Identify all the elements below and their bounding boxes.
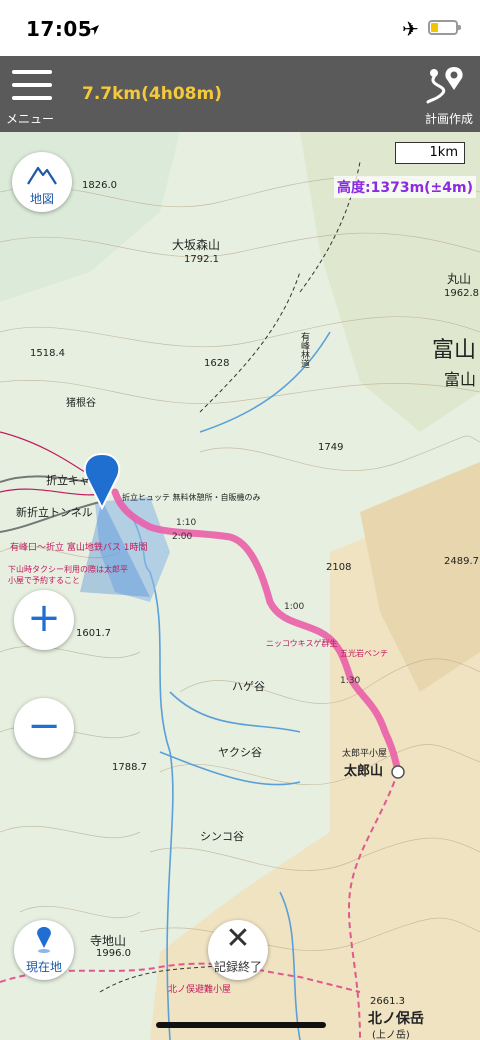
current-location-label: 現在地 — [25, 960, 62, 974]
map-layer-button[interactable]: 地図 — [12, 152, 72, 212]
map-label-terajiyama-elev: 1996.0 — [96, 948, 131, 959]
map-label-elev-2108: 2108 — [326, 562, 352, 573]
altitude-readout: 高度:1373m(±4m) — [334, 176, 477, 198]
status-bar: 17:05 ✈ — [0, 0, 480, 56]
map-scale: 1km — [395, 142, 465, 164]
map-label-shin-orito-tunnel: 新折立トンネル — [16, 506, 93, 519]
map-label-kitanomata-sub: (上ノ岳) — [372, 1030, 410, 1040]
map-label-time-100: 1:00 — [284, 602, 305, 612]
map-label-maruyama-elev: 1962.8 — [444, 288, 479, 299]
route-plan-icon — [426, 67, 463, 104]
map-label-elev-1749: 1749 — [318, 442, 344, 453]
map-label-tarobei: 太郎山 — [344, 764, 384, 779]
map-label-elev-2489: 2489.7 — [444, 556, 479, 567]
route-distance-time: 7.7km(4h08m) — [82, 84, 222, 104]
stop-recording-button[interactable]: ✕ 記録終了 — [208, 920, 268, 980]
menu-button[interactable]: メニュー — [0, 56, 64, 132]
location-arrow-icon — [88, 21, 100, 40]
map-label-terajiyama: 寺地山 — [90, 934, 127, 948]
menu-label: メニュー — [6, 112, 55, 126]
airplane-mode-icon: ✈ — [402, 17, 419, 41]
map-label-tarobei-hut: 太郎平小屋 — [342, 749, 388, 759]
map-label-taxi-note: 下山時タクシー利用の際は太郎平小屋で予約すること — [8, 565, 128, 585]
zoom-in-button[interactable]: + — [14, 590, 74, 650]
map-label-osakamori: 大坂森山 — [172, 238, 221, 252]
mountain-icon — [27, 166, 57, 185]
map-label-elev-1628: 1628 — [204, 358, 230, 369]
close-icon: ✕ — [225, 921, 251, 956]
map-label-elev-1788: 1788.7 — [112, 762, 147, 773]
stop-recording-label: 記録終了 — [213, 960, 262, 974]
map-label-elev-1518: 1518.4 — [30, 348, 65, 359]
map-label-arimine-road: 有峰林道 — [299, 332, 309, 368]
map-label-bus-note: 有峰口〜折立 富山地鉄バス 1時間 — [10, 543, 148, 553]
minus-icon: − — [27, 703, 61, 749]
location-pin-icon — [37, 927, 51, 953]
map-label-nikkou: ニッコウキスゲ群生 — [266, 639, 338, 648]
map-label-toyama-2: 富山 — [444, 370, 477, 389]
map-label-time-130: 1:30 — [340, 676, 361, 686]
zoom-out-button[interactable]: − — [14, 698, 74, 758]
topo-map[interactable]: 1km 高度:1373m(±4m) 大坂森山 1792.1 丸山 1962.8 … — [0, 132, 480, 1040]
plan-create-label: 計画作成 — [424, 112, 473, 126]
plan-create-button[interactable]: 計画作成 — [412, 56, 480, 132]
map-background — [0, 132, 480, 1040]
current-location-button[interactable]: 現在地 — [14, 920, 74, 980]
map-label-toyama-1: 富山 — [432, 338, 477, 363]
map-label-orito-hut: 折立ヒュッテ 無料休憩所・自販機のみ — [122, 493, 261, 502]
map-label-osakamori-elev: 1792.1 — [184, 254, 219, 265]
map-label-kitanomata: 北ノ保岳 — [368, 1011, 424, 1027]
plus-icon: + — [27, 595, 61, 641]
map-label-elev-1601: 1601.7 — [76, 628, 111, 639]
top-toolbar: メニュー 7.7km(4h08m) 計画作成 — [0, 56, 480, 132]
map-label-time-110: 1:10 — [176, 518, 197, 528]
map-layer-label: 地図 — [29, 192, 54, 206]
map-label-kitanomata-hut: 北ノ俣避難小屋 — [168, 985, 232, 995]
map-label-yakushi-valley: ヤクシ谷 — [218, 746, 262, 759]
status-time: 17:05 — [26, 17, 93, 41]
home-indicator — [156, 1022, 326, 1028]
map-label-maruyama: 丸山 — [447, 272, 472, 286]
hamburger-icon — [12, 70, 52, 109]
map-label-hage-valley: ハゲ谷 — [232, 680, 265, 693]
map-label-time-200: 2:00 — [172, 532, 193, 542]
map-label-bench-5: 五光岩ベンチ — [340, 649, 388, 658]
map-label-orito-camp: 折立キャ — [46, 474, 90, 487]
map-label-elev-1826: 1826.0 — [82, 180, 117, 191]
map-label-kubo-valley: 猪根谷 — [66, 398, 96, 409]
map-label-kitanomata-elev: 2661.3 — [370, 996, 405, 1007]
map-label-shinko-valley: シンコ谷 — [200, 830, 244, 843]
battery-icon — [428, 20, 461, 35]
